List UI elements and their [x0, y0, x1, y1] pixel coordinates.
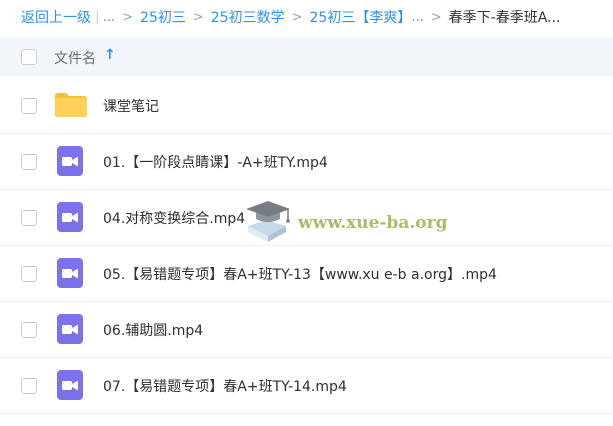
file-row-video[interactable]: 01.【一阶段点睛课】-A+班TY.mp4 — [0, 134, 613, 190]
file-name[interactable]: 05.【易错题专项】春A+班TY-13【www.xu e-b a.org】.mp… — [103, 264, 497, 284]
video-file-icon — [57, 146, 83, 176]
file-list-header: 文件名 ↑ — [0, 38, 613, 76]
breadcrumb-divider: | — [95, 9, 100, 25]
row-checkbox[interactable] — [21, 98, 37, 114]
column-header-filename[interactable]: 文件名 — [54, 48, 96, 68]
file-row-video[interactable]: 04.对称变换综合.mp4 — [0, 190, 613, 246]
video-file-icon — [57, 370, 83, 400]
breadcrumb-item-2[interactable]: 25初三数学 — [211, 7, 285, 27]
file-name[interactable]: 01.【一阶段点睛课】-A+班TY.mp4 — [103, 152, 328, 172]
video-file-icon — [57, 258, 83, 288]
breadcrumb-ellipsis[interactable]: ... — [103, 10, 115, 25]
breadcrumb-item-3-ellipsis: ... — [411, 9, 424, 25]
row-checkbox[interactable] — [21, 322, 37, 338]
file-name[interactable]: 04.对称变换综合.mp4 — [103, 208, 245, 228]
file-row-video[interactable]: 06.辅助圆.mp4 — [0, 302, 613, 358]
file-name[interactable]: 课堂笔记 — [103, 96, 159, 116]
breadcrumb: 返回上一级 | ... > 25初三 > 25初三数学 > 25初三【李爽】 .… — [0, 0, 613, 34]
breadcrumb-item-3[interactable]: 25初三【李爽】 — [310, 7, 412, 27]
row-checkbox[interactable] — [21, 210, 37, 226]
back-link[interactable]: 返回上一级 — [21, 7, 91, 27]
video-file-icon — [57, 202, 83, 232]
breadcrumb-current: 春季下-春季班A... — [448, 10, 561, 26]
file-row-folder[interactable]: 课堂笔记 — [0, 78, 613, 134]
file-row-video[interactable]: 07.【易错题专项】春A+班TY-14.mp4 — [0, 358, 613, 414]
breadcrumb-separator-icon: > — [430, 9, 442, 25]
row-checkbox[interactable] — [21, 154, 37, 170]
breadcrumb-separator-icon: > — [291, 9, 303, 25]
sort-ascending-arrow-icon[interactable]: ↑ — [104, 47, 116, 63]
breadcrumb-item-1[interactable]: 25初三 — [140, 7, 186, 27]
row-checkbox[interactable] — [21, 266, 37, 282]
file-row-video[interactable]: 05.【易错题专项】春A+班TY-13【www.xu e-b a.org】.mp… — [0, 246, 613, 302]
file-name[interactable]: 06.辅助圆.mp4 — [103, 320, 203, 340]
folder-icon — [55, 93, 87, 117]
row-checkbox[interactable] — [21, 378, 37, 394]
select-all-checkbox[interactable] — [21, 49, 37, 65]
video-file-icon — [57, 314, 83, 344]
breadcrumb-separator-icon: > — [192, 9, 204, 25]
file-name[interactable]: 07.【易错题专项】春A+班TY-14.mp4 — [103, 376, 347, 396]
breadcrumb-separator-icon: > — [122, 9, 134, 25]
file-browser: 返回上一级 | ... > 25初三 > 25初三数学 > 25初三【李爽】 .… — [0, 0, 613, 426]
